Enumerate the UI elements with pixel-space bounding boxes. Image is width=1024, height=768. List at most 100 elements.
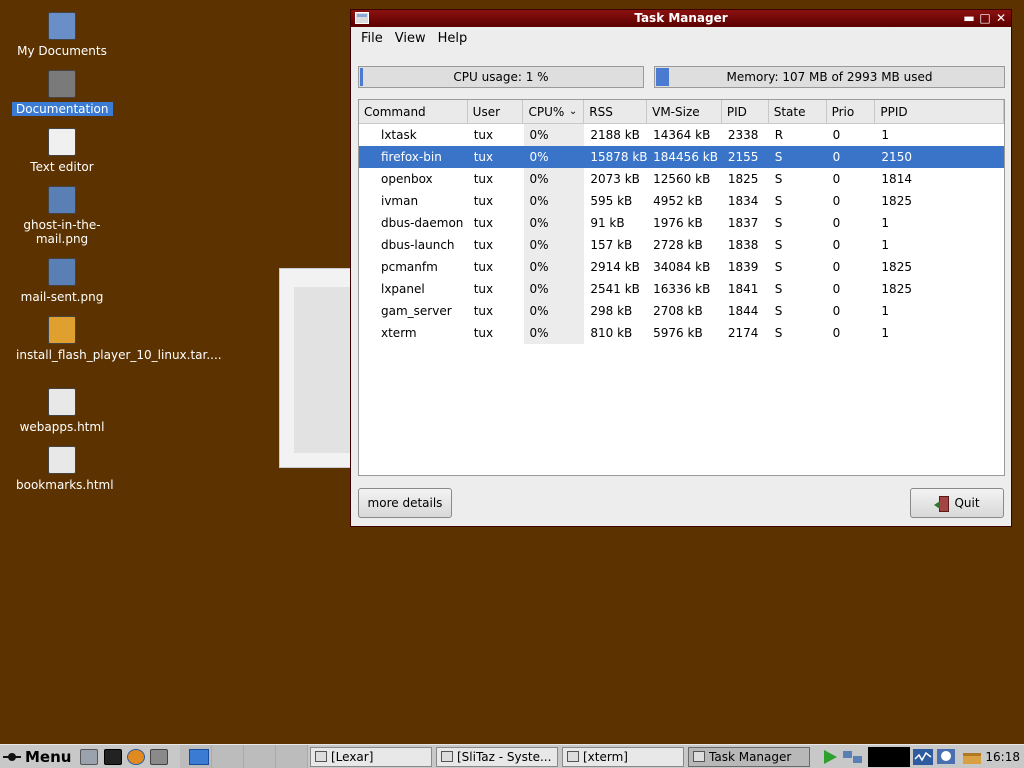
desktop-icon-label: Text editor [30, 160, 94, 174]
desktop-icon-2[interactable]: Text editor [0, 128, 124, 174]
cpu-usage-text: CPU usage: 1 % [453, 70, 549, 84]
maximize-icon[interactable]: □ [979, 10, 991, 27]
process-list[interactable]: Command User CPU% ⌄ RSS VM-Size PID State… [358, 99, 1005, 476]
drive-launcher-icon[interactable] [150, 749, 168, 765]
more-details-button[interactable]: more details [358, 488, 452, 518]
memory-usage-fill [656, 68, 669, 86]
column-pid[interactable]: PID [722, 100, 769, 124]
desktop-4[interactable] [276, 745, 308, 768]
column-rss[interactable]: RSS [584, 100, 648, 124]
column-vm-size[interactable]: VM-Size [647, 100, 722, 124]
process-list-header: Command User CPU% ⌄ RSS VM-Size PID State… [359, 100, 1004, 124]
cell-cmd: ivman [381, 194, 419, 208]
network-icon[interactable] [842, 747, 862, 767]
cell-ppid: 1814 [881, 172, 912, 186]
cell-cpu: 0% [523, 256, 585, 278]
taskbar-task-0[interactable]: [Lexar] [310, 747, 432, 767]
table-row[interactable]: dbus-launch tux 0% 157 kB 2728 kB 1838 S 0 1 [359, 234, 1004, 256]
column-user[interactable]: User [468, 100, 524, 124]
window-app-icon[interactable] [355, 12, 369, 24]
cell-cmd: firefox-bin [381, 150, 442, 164]
cell-vm: 12560 kB [653, 172, 711, 186]
cell-ppid: 1825 [881, 194, 912, 208]
image-file-icon [48, 186, 76, 214]
html-file-icon [48, 446, 76, 474]
window-title: Task Manager [634, 11, 728, 25]
close-icon[interactable]: ✕ [995, 10, 1007, 27]
cell-ppid: 2150 [881, 150, 912, 164]
memory-usage-bar: Memory: 107 MB of 2993 MB used [654, 66, 1005, 88]
cell-vm: 4952 kB [653, 194, 703, 208]
cell-cmd: openbox [381, 172, 433, 186]
desktop-icon-1[interactable]: Documentation [0, 70, 124, 116]
quit-button-label: Quit [954, 496, 980, 510]
cell-pid: 2155 [727, 150, 759, 164]
column-cpu[interactable]: CPU% ⌄ [523, 100, 585, 124]
task-manager-window: Task Manager ▬ □ ✕ File View Help CPU us… [350, 9, 1012, 527]
table-row[interactable]: gam_server tux 0% 298 kB 2708 kB 1844 S 0 1 [359, 300, 1004, 322]
menu-help[interactable]: Help [432, 31, 474, 46]
cell-cpu: 0% [523, 278, 585, 300]
desktop-1[interactable] [180, 745, 212, 768]
cell-prio: 0 [832, 216, 841, 230]
desktop-icon-label: ghost-in-the-mail.png [23, 218, 101, 246]
spider-icon [2, 748, 22, 766]
desktop-3[interactable] [244, 745, 276, 768]
menu-view[interactable]: View [389, 31, 432, 46]
cell-vm: 5976 kB [653, 326, 703, 340]
firefox-launcher-icon[interactable] [127, 749, 145, 765]
desktop-icon-0[interactable]: My Documents [0, 12, 124, 58]
taskbar-task-3[interactable]: Task Manager [688, 747, 810, 767]
column-ppid[interactable]: PPID [875, 100, 1004, 124]
cell-vm: 34084 kB [653, 260, 711, 274]
table-row[interactable]: dbus-daemon tux 0% 91 kB 1976 kB 1837 S 0 1 [359, 212, 1004, 234]
menu-file[interactable]: File [355, 31, 389, 46]
desktop-2[interactable] [212, 745, 244, 768]
desktop-icon-7[interactable]: bookmarks.html [0, 446, 124, 492]
terminal-icon [567, 751, 579, 762]
desktop-icon-6[interactable]: webapps.html [0, 388, 124, 434]
package-icon[interactable] [960, 747, 981, 767]
terminal-launcher-icon[interactable] [104, 749, 122, 765]
cell-cmd: pcmanfm [381, 260, 438, 274]
desktop-icon-3[interactable]: ghost-in-the-mail.png [0, 186, 124, 246]
cell-prio: 0 [832, 128, 841, 142]
table-row[interactable]: ivman tux 0% 595 kB 4952 kB 1834 S 0 1825 [359, 190, 1004, 212]
folder-icon [315, 751, 327, 762]
start-menu-label: Menu [25, 748, 72, 766]
table-row[interactable]: lxtask tux 0% 2188 kB 14364 kB 2338 R 0 1 [359, 124, 1004, 146]
file-manager-launcher-icon[interactable] [80, 749, 98, 765]
cell-ppid: 1 [881, 326, 890, 340]
play-icon[interactable] [820, 747, 840, 767]
table-row[interactable]: pcmanfm tux 0% 2914 kB 34084 kB 1839 S 0 1825 [359, 256, 1004, 278]
cell-user: tux [473, 128, 494, 142]
taskbar-task-1[interactable]: [SliTaz - Syste... [436, 747, 558, 767]
column-command[interactable]: Command [359, 100, 468, 124]
process-rows: lxtask tux 0% 2188 kB 14364 kB 2338 R 0 1 firefox… [359, 124, 1004, 344]
desktop-icon-5[interactable]: install_flash_player_10_linux.tar.... [0, 316, 222, 362]
column-state[interactable]: State [769, 100, 827, 124]
taskbar-task-2[interactable]: [xterm] [562, 747, 684, 767]
quit-button[interactable]: Quit [910, 488, 1004, 518]
spider-icon [48, 70, 76, 98]
info-icon[interactable] [936, 747, 956, 767]
table-row[interactable]: firefox-bin tux 0% 15878 kB 184456 kB 2155 S 0 2… [359, 146, 1004, 168]
cell-prio: 0 [832, 194, 841, 208]
cell-ppid: 1825 [881, 282, 912, 296]
wallpaper-logo [279, 268, 359, 468]
cell-cmd: lxpanel [381, 282, 425, 296]
cell-ppid: 1825 [881, 260, 912, 274]
taskbar-task-label: [SliTaz - Syste... [457, 750, 552, 764]
archive-icon [48, 316, 76, 344]
clock[interactable]: 16:18 [985, 745, 1020, 768]
table-row[interactable]: xterm tux 0% 810 kB 5976 kB 2174 S 0 1 [359, 322, 1004, 344]
table-row[interactable]: lxpanel tux 0% 2541 kB 16336 kB 1841 S 0 1825 [359, 278, 1004, 300]
start-menu-button[interactable]: Menu [2, 746, 71, 768]
minimize-icon[interactable]: ▬ [963, 10, 975, 27]
system-monitor-icon[interactable] [912, 747, 933, 767]
sort-descending-icon: ⌄ [568, 106, 578, 117]
window-titlebar[interactable]: Task Manager ▬ □ ✕ [351, 10, 1011, 27]
desktop-icon-4[interactable]: mail-sent.png [0, 258, 124, 304]
column-prio[interactable]: Prio [827, 100, 876, 124]
table-row[interactable]: openbox tux 0% 2073 kB 12560 kB 1825 S 0 1814 [359, 168, 1004, 190]
